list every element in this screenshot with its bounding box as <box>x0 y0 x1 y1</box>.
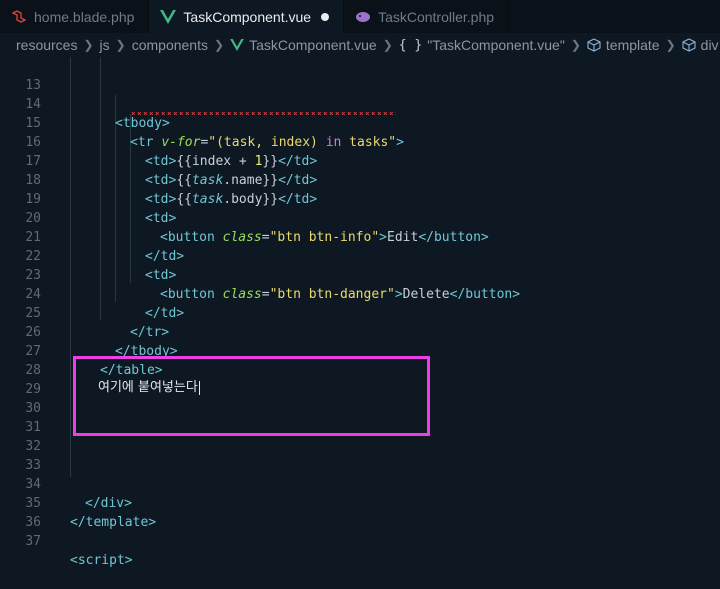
chevron-right-icon: ❯ <box>665 38 676 52</box>
code-line: 14 <tbody> <box>0 76 720 131</box>
cube-icon <box>682 38 696 52</box>
code-line: 16 <td>{{index + 1}}</td> <box>0 114 720 169</box>
code-token: <script> <box>70 553 133 568</box>
text-cursor <box>198 380 200 395</box>
code-line: 13 <box>0 57 720 93</box>
tab-task-controller-php[interactable]: TaskController.php <box>344 0 510 33</box>
tab-home-blade[interactable]: home.blade.php <box>0 0 150 33</box>
editor-tab-bar: home.blade.php TaskComponent.vue TaskCon… <box>0 0 720 33</box>
breadcrumb-item-div[interactable]: div <box>701 37 719 53</box>
code-line: 35 </template> <box>0 475 720 530</box>
tab-label: TaskController.php <box>378 8 495 25</box>
line-number: 37 <box>25 534 41 549</box>
tab-label: home.blade.php <box>34 8 135 25</box>
breadcrumb-item-template[interactable]: template <box>606 37 660 53</box>
code-line: 26 </tbody> <box>0 304 720 359</box>
braces-icon: { } <box>398 37 423 53</box>
cube-icon <box>587 38 601 52</box>
code-editor[interactable]: 13 14 <tbody> 15 <tr v-for="(task, index… <box>0 57 720 568</box>
code-line: 20 <button class="btn btn-info">Edit</bu… <box>0 190 720 245</box>
code-line: 19 <td> <box>0 171 720 226</box>
code-line: 37 <script> <box>0 513 720 568</box>
annotation-note: 여기에 붙여넣는다 <box>98 378 200 397</box>
code-line: 21 </td> <box>0 209 720 264</box>
code-line: 22 <td> <box>0 228 720 283</box>
code-line: 36 <box>0 494 720 530</box>
code-line: 18 <td>{{task.body}}</td> <box>0 152 720 207</box>
chevron-right-icon: ❯ <box>570 38 581 52</box>
code-line: 23 <button class="btn btn-danger">Delete… <box>0 247 720 302</box>
tab-label: TaskComponent.vue <box>183 8 312 25</box>
breadcrumb-item-js[interactable]: js <box>100 37 110 53</box>
tab-task-component-vue[interactable]: TaskComponent.vue <box>149 0 345 33</box>
chevron-right-icon: ❯ <box>115 38 126 52</box>
breadcrumb-item-components[interactable]: components <box>132 37 208 53</box>
breadcrumb-item-resources[interactable]: resources <box>16 37 77 53</box>
chevron-right-icon: ❯ <box>83 38 94 52</box>
code-line: 27 </table> <box>0 323 720 378</box>
code-line: 17 <td>{{task.name}}</td> <box>0 133 720 188</box>
code-line: 34 </div> <box>0 456 720 511</box>
laravel-icon <box>10 9 28 25</box>
breadcrumb: resources ❯ js ❯ components ❯ TaskCompon… <box>0 33 720 57</box>
php-elephant-icon <box>354 9 372 25</box>
chevron-right-icon: ❯ <box>382 38 393 52</box>
chevron-right-icon: ❯ <box>214 38 225 52</box>
code-line: 25 </tr> <box>0 285 720 340</box>
code-line: 24 </td> <box>0 266 720 321</box>
breadcrumb-item-file[interactable]: TaskComponent.vue <box>249 37 377 53</box>
vue-icon <box>159 9 177 25</box>
annotation-note-text: 여기에 붙여넣는다 <box>98 380 198 395</box>
vue-icon <box>230 39 244 51</box>
unsaved-dot-icon[interactable] <box>321 12 330 21</box>
code-line: 33 <box>0 437 720 473</box>
breadcrumb-item-module[interactable]: "TaskComponent.vue" <box>427 37 565 53</box>
